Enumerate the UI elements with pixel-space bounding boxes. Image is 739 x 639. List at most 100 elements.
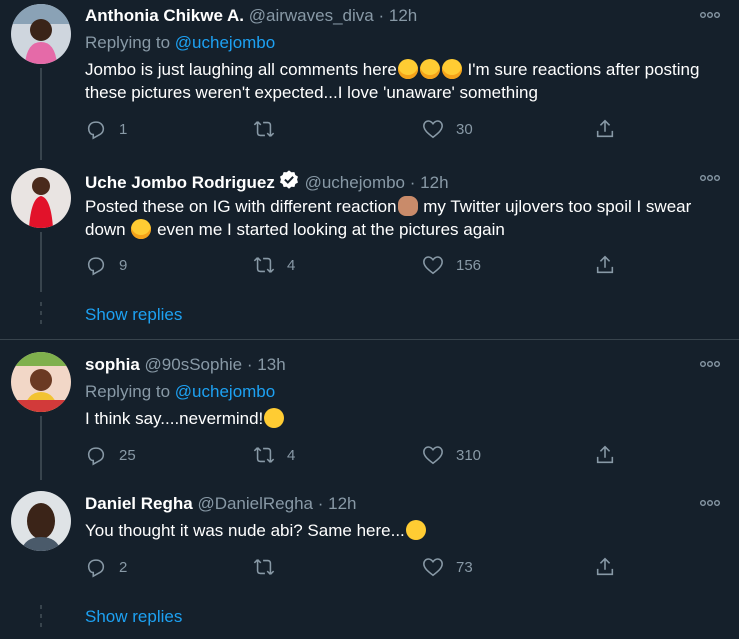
- retweet-count: 4: [287, 446, 296, 464]
- verified-icon: [279, 170, 298, 189]
- username[interactable]: @uchejombo: [305, 173, 405, 192]
- reply-count: 25: [119, 446, 136, 464]
- separator: ·: [317, 494, 324, 513]
- mention-link[interactable]: @uchejombo: [175, 33, 275, 52]
- tweet-header: Daniel Regha @DanielRegha · 12h: [85, 493, 357, 515]
- show-replies-link[interactable]: Show replies: [85, 305, 182, 325]
- like-button[interactable]: 73: [422, 556, 473, 578]
- no-mouth-emoji-icon: [264, 408, 285, 428]
- facepalm-emoji-icon: [397, 196, 418, 216]
- display-name[interactable]: sophia: [85, 355, 140, 374]
- heart-icon: [423, 120, 443, 139]
- replying-to: Replying to @uchejombo: [85, 32, 275, 54]
- reply-icon: [87, 257, 105, 276]
- replying-prefix: Replying to: [85, 382, 171, 401]
- like-button[interactable]: 156: [422, 254, 481, 276]
- rofl-emoji-icon: [419, 59, 440, 79]
- timestamp[interactable]: 12h: [420, 173, 448, 192]
- retweet-button[interactable]: [253, 556, 287, 578]
- show-replies-link[interactable]: Show replies: [85, 607, 182, 627]
- share-icon: [596, 557, 614, 576]
- avatar[interactable]: [11, 352, 71, 412]
- like-count: 310: [456, 446, 482, 464]
- thread-dots: [39, 605, 43, 632]
- display-name[interactable]: Uche Jombo Rodriguez: [85, 173, 275, 192]
- tweet[interactable]: Uche Jombo Rodriguez @uchejombo · 12h Po…: [0, 160, 739, 340]
- share-button[interactable]: [594, 118, 616, 140]
- retweet-icon: [253, 257, 275, 273]
- like-button[interactable]: 30: [422, 118, 473, 140]
- tweet-text: You thought it was nude abi? Same here..…: [85, 519, 725, 542]
- username[interactable]: @DanielRegha: [197, 494, 313, 513]
- retweet-button[interactable]: 4: [253, 444, 295, 466]
- reply-button[interactable]: 9: [85, 254, 127, 276]
- username[interactable]: @90sSophie: [145, 355, 243, 374]
- avatar[interactable]: [11, 168, 71, 228]
- like-button[interactable]: 310: [422, 444, 481, 466]
- replying-to: Replying to @uchejombo: [85, 381, 275, 403]
- tweet-text: Posted these on IG with different reacti…: [85, 195, 725, 241]
- separator: ·: [246, 355, 253, 374]
- tweet-text-part: Jombo is just laughing all comments here: [85, 60, 397, 79]
- reply-button[interactable]: 1: [85, 118, 127, 140]
- like-count: 30: [456, 120, 473, 138]
- neutral-face-emoji-icon: [405, 520, 426, 540]
- share-button[interactable]: [594, 556, 616, 578]
- tweet-header: sophia @90sSophie · 13h: [85, 354, 286, 376]
- retweet-button[interactable]: [253, 118, 287, 140]
- reply-button[interactable]: 2: [85, 556, 127, 578]
- tweet-text: Jombo is just laughing all comments here…: [85, 58, 725, 104]
- tweet[interactable]: Anthonia Chikwe A. @airwaves_diva · 12h …: [0, 0, 739, 160]
- timestamp[interactable]: 13h: [257, 355, 285, 374]
- tweet-header: Anthonia Chikwe A. @airwaves_diva · 12h: [85, 5, 417, 27]
- separator: ·: [378, 6, 385, 25]
- heart-icon: [423, 256, 443, 275]
- tweet-text-part: Posted these on IG with different reacti…: [85, 197, 397, 216]
- share-button[interactable]: [594, 444, 616, 466]
- avatar[interactable]: [11, 4, 71, 64]
- more-icon[interactable]: [699, 172, 721, 184]
- display-name[interactable]: Daniel Regha: [85, 494, 193, 513]
- avatar[interactable]: [11, 491, 71, 551]
- mention-link[interactable]: @uchejombo: [175, 382, 275, 401]
- separator: ·: [409, 173, 416, 192]
- retweet-icon: [253, 447, 275, 463]
- username[interactable]: @airwaves_diva: [249, 6, 374, 25]
- rofl-emoji-icon: [397, 59, 418, 79]
- reply-button[interactable]: 25: [85, 444, 136, 466]
- share-icon: [596, 119, 614, 138]
- tweet-header: Uche Jombo Rodriguez @uchejombo · 12h: [85, 169, 449, 194]
- like-count: 73: [456, 558, 473, 576]
- tweet-text-part: even me I started looking at the picture…: [152, 220, 505, 239]
- reply-count: 1: [119, 120, 128, 138]
- retweet-button[interactable]: 4: [253, 254, 295, 276]
- retweet-icon: [253, 121, 275, 137]
- more-icon[interactable]: [699, 358, 721, 370]
- timestamp[interactable]: 12h: [328, 494, 356, 513]
- rofl-emoji-icon: [441, 59, 462, 79]
- share-icon: [596, 255, 614, 274]
- tweet-text-part: I think say....nevermind!: [85, 409, 264, 428]
- tweet-text-part: You thought it was nude abi? Same here..…: [85, 521, 405, 540]
- more-icon[interactable]: [699, 497, 721, 509]
- reply-count: 2: [119, 558, 128, 576]
- more-icon[interactable]: [699, 9, 721, 21]
- replying-prefix: Replying to: [85, 33, 171, 52]
- tweet-actions: 9 4 156: [85, 254, 645, 278]
- display-name[interactable]: Anthonia Chikwe A.: [85, 6, 244, 25]
- tweet-actions: 1 30: [85, 118, 645, 142]
- share-icon: [596, 445, 614, 464]
- tweet-actions: 2 73: [85, 556, 645, 580]
- thread-dots: [39, 302, 43, 329]
- joy-emoji-icon: [131, 219, 152, 239]
- tweet-actions: 25 4 310: [85, 444, 645, 468]
- heart-icon: [423, 446, 443, 465]
- tweet-text: I think say....nevermind!: [85, 407, 725, 430]
- heart-icon: [423, 558, 443, 577]
- thread-line: [40, 68, 42, 160]
- tweet[interactable]: Daniel Regha @DanielRegha · 12h You thou…: [0, 480, 739, 639]
- reply-icon: [87, 447, 105, 466]
- tweet[interactable]: sophia @90sSophie · 13h Replying to @uch…: [0, 340, 739, 480]
- share-button[interactable]: [594, 254, 616, 276]
- timestamp[interactable]: 12h: [389, 6, 417, 25]
